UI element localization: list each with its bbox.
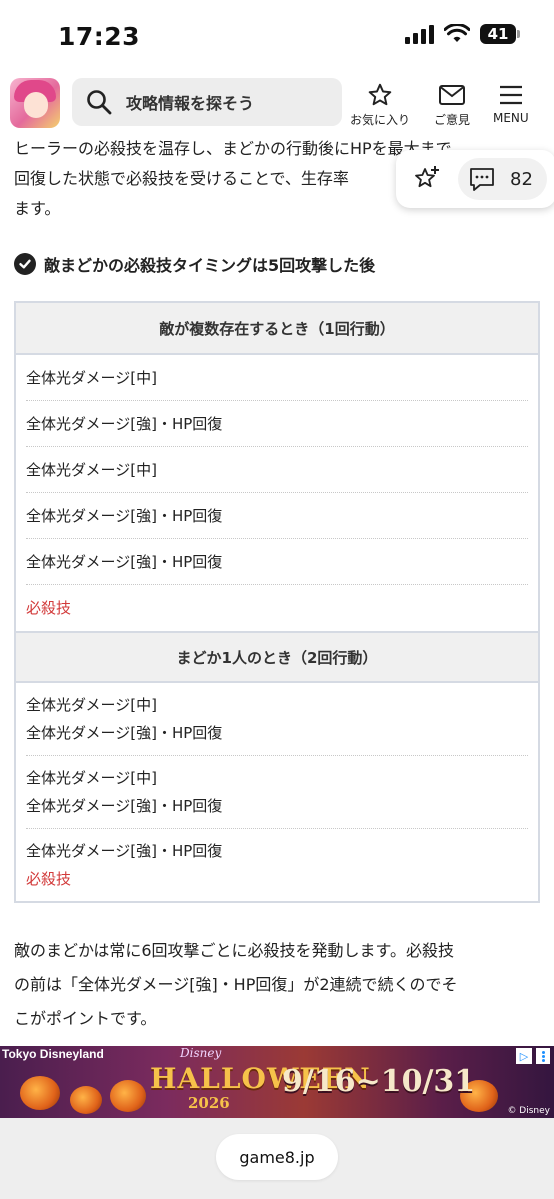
table-cell: 全体光ダメージ[中] [26,696,157,714]
table-cell: 全体光ダメージ[強]・HP回復 [26,414,223,433]
browser-bottom-bar: game8.jp [0,1118,554,1199]
table-cell: 全体光ダメージ[強]・HP回復 [26,842,223,860]
pumpkin-decoration [70,1086,102,1114]
favorites-button[interactable]: お気に入り [350,82,410,128]
comments-button[interactable]: 82 [458,158,547,200]
ad-more-icon[interactable] [536,1048,550,1064]
section-heading-text: 敵まどかの必殺技タイミングは5回攻撃した後 [44,256,376,275]
site-header: 攻略情報を探そう お気に入り ご意見 MENU [0,72,554,134]
table-row: 全体光ダメージ[中] [26,447,528,493]
section-heading: 敵まどかの必殺技タイミングは5回攻撃した後 [14,252,375,276]
table-row: 全体光ダメージ[強]・HP回復 [26,539,528,585]
menu-label: MENU [493,111,529,125]
star-icon [368,83,392,106]
table-row: 全体光ダメージ[中] 全体光ダメージ[強]・HP回復 [26,756,528,829]
table-header: 敵が複数存在するとき（1回行動） [16,303,538,355]
ad-disney: Disney [180,1046,222,1060]
ad-dates: 9/16~10/31 [282,1064,476,1099]
star-plus-icon [415,166,439,188]
search-input[interactable]: 攻略情報を探そう [72,78,342,126]
table-header: まどか1人のとき（2回行動） [16,631,538,683]
favorites-label: お気に入り [350,113,411,127]
special-move-cell: 必殺技 [26,870,72,888]
ad-choices-icon[interactable]: ▷ [516,1048,532,1064]
table-body: 全体光ダメージ[中] 全体光ダメージ[強]・HP回復 全体光ダメージ[中] 全体… [16,355,538,631]
table-row: 全体光ダメージ[強]・HP回復 [26,493,528,539]
table-row: 全体光ダメージ[中] [26,355,528,401]
ad-copyright: © Disney [507,1106,550,1116]
table-row: 全体光ダメージ[中] 全体光ダメージ[強]・HP回復 [26,683,528,756]
search-icon [87,90,112,115]
table-cell: 全体光ダメージ[中] [26,769,157,787]
special-move-cell: 必殺技 [26,599,72,617]
floating-action-bar: 82 [396,150,554,208]
ad-banner[interactable]: Tokyo Disneyland Disney HALLOWEEN 2026 9… [0,1046,554,1118]
status-time: 17:23 [58,22,141,51]
pumpkin-decoration [110,1080,146,1112]
battery-icon: 41 [480,24,520,44]
table-body: 全体光ダメージ[中] 全体光ダメージ[強]・HP回復 全体光ダメージ[中] 全体… [16,683,538,901]
table-cell: 全体光ダメージ[中] [26,368,157,387]
ad-brand: Tokyo Disneyland [2,1047,104,1061]
comment-count: 82 [510,168,533,190]
battery-level: 41 [487,25,509,43]
outro-paragraph: 敵のまどかは常に6回攻撃ごとに必殺技を発動します。必殺技 の前は「全体光ダメージ… [14,934,542,1036]
table-row: 必殺技 [26,585,528,631]
text-line: 敵のまどかは常に6回攻撃ごとに必殺技を発動します。必殺技 [14,941,454,960]
address-bar[interactable]: game8.jp [216,1134,338,1180]
ad-year: 2026 [188,1094,230,1112]
wifi-icon [444,24,470,42]
comment-icon [470,168,494,191]
cellular-signal-icon [405,24,434,44]
check-circle-icon [14,253,36,275]
table-cell: 全体光ダメージ[強]・HP回復 [26,724,223,742]
menu-button[interactable]: MENU [493,82,529,125]
search-placeholder: 攻略情報を探そう [126,94,255,113]
feedback-label: ご意見 [434,113,471,127]
feedback-button[interactable]: ご意見 [434,82,470,128]
app-logo[interactable] [10,78,60,128]
table-cell: 全体光ダメージ[強]・HP回復 [26,506,223,525]
pumpkin-decoration [20,1076,60,1110]
text-line: こがポイントです。 [14,1009,157,1028]
table-cell: 全体光ダメージ[中] [26,460,157,479]
table-row: 全体光ダメージ[強]・HP回復 必殺技 [26,829,528,901]
hamburger-menu-icon [499,85,522,105]
table-cell: 全体光ダメージ[強]・HP回復 [26,552,223,571]
status-icons: 41 [405,24,520,44]
mail-icon [439,85,465,105]
status-bar: 17:23 41 [0,0,554,72]
add-favorite-button[interactable] [406,158,448,200]
text-line: の前は「全体光ダメージ[強]・HP回復」が2連続で続くのでそ [14,975,458,994]
table-row: 全体光ダメージ[強]・HP回復 [26,401,528,447]
table-cell: 全体光ダメージ[強]・HP回復 [26,797,223,815]
attack-pattern-table: 敵が複数存在するとき（1回行動） 全体光ダメージ[中] 全体光ダメージ[強]・H… [14,301,540,903]
